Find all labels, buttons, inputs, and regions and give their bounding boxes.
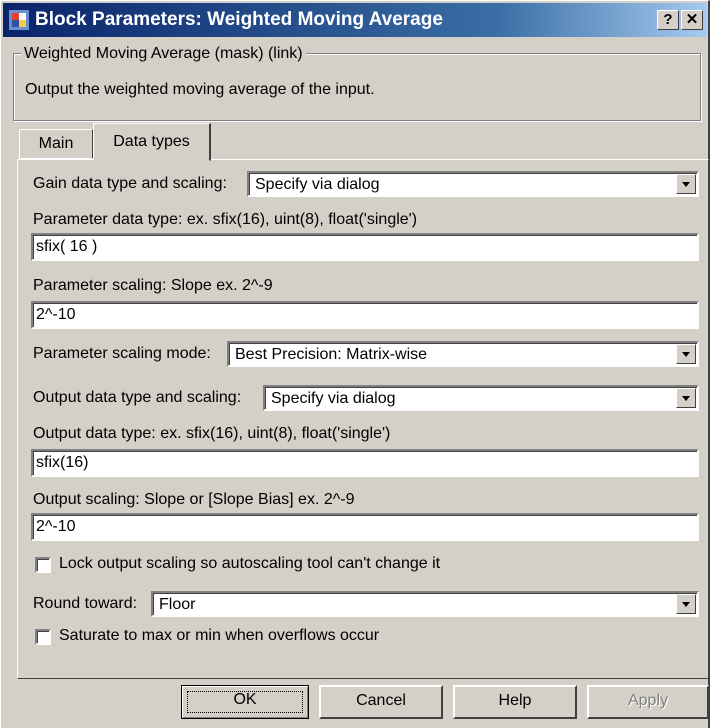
- tab-main[interactable]: Main: [19, 129, 93, 159]
- output-scaling-input[interactable]: 2^-10: [31, 513, 699, 541]
- window-title: Block Parameters: Weighted Moving Averag…: [35, 9, 443, 30]
- title-bar[interactable]: Block Parameters: Weighted Moving Averag…: [3, 3, 707, 37]
- focus-rectangle: [187, 691, 303, 713]
- tab-data-types[interactable]: Data types: [93, 123, 211, 161]
- parameter-data-type-label: Parameter data type: ex. sfix(16), uint(…: [33, 211, 418, 228]
- round-toward-label: Round toward:: [33, 595, 138, 612]
- mask-group-title: Weighted Moving Average (mask) (link): [21, 45, 306, 63]
- output-scaling-label: Output scaling: Slope or [Slope Bias] ex…: [33, 491, 355, 508]
- output-data-type-label: Output data type: ex. sfix(16), uint(8),…: [33, 425, 391, 442]
- lock-output-scaling-checkbox[interactable]: [35, 557, 51, 573]
- chevron-down-icon[interactable]: [676, 388, 696, 408]
- gain-data-type-label: Gain data type and scaling:: [33, 175, 227, 192]
- gain-data-type-select[interactable]: Specify via dialog: [247, 171, 699, 197]
- output-data-type-input[interactable]: sfix(16): [31, 449, 699, 477]
- parameter-scaling-input[interactable]: 2^-10: [31, 301, 699, 329]
- mask-description: Output the weighted moving average of th…: [25, 81, 375, 98]
- output-data-type-scaling-select[interactable]: Specify via dialog: [263, 385, 699, 411]
- ok-button[interactable]: OK: [181, 685, 309, 719]
- cancel-button[interactable]: Cancel: [319, 685, 443, 719]
- lock-output-scaling-label: Lock output scaling so autoscaling tool …: [59, 555, 441, 572]
- saturate-overflow-checkbox[interactable]: [35, 629, 51, 645]
- parameter-data-type-input[interactable]: sfix( 16 ): [31, 233, 699, 261]
- chevron-down-icon[interactable]: [676, 594, 696, 614]
- question-mark-icon: ?: [663, 11, 673, 28]
- chevron-down-icon[interactable]: [676, 344, 696, 364]
- help-button[interactable]: Help: [453, 685, 577, 719]
- help-title-button[interactable]: ?: [657, 10, 679, 30]
- parameter-scaling-label: Parameter scaling: Slope ex. 2^-9: [33, 277, 273, 294]
- close-title-button[interactable]: ✕: [681, 10, 703, 30]
- round-toward-select[interactable]: Floor: [151, 591, 699, 617]
- block-parameters-dialog: Block Parameters: Weighted Moving Averag…: [0, 0, 710, 728]
- output-data-type-scaling-label: Output data type and scaling:: [33, 389, 242, 406]
- close-icon: ✕: [685, 11, 699, 28]
- chevron-down-icon[interactable]: [676, 174, 696, 194]
- apply-button: Apply: [587, 685, 709, 719]
- parameter-scaling-mode-select[interactable]: Best Precision: Matrix-wise: [227, 341, 699, 367]
- parameter-scaling-mode-label: Parameter scaling mode:: [33, 345, 211, 362]
- saturate-overflow-label: Saturate to max or min when overflows oc…: [59, 627, 380, 644]
- simulink-app-icon: [9, 10, 29, 30]
